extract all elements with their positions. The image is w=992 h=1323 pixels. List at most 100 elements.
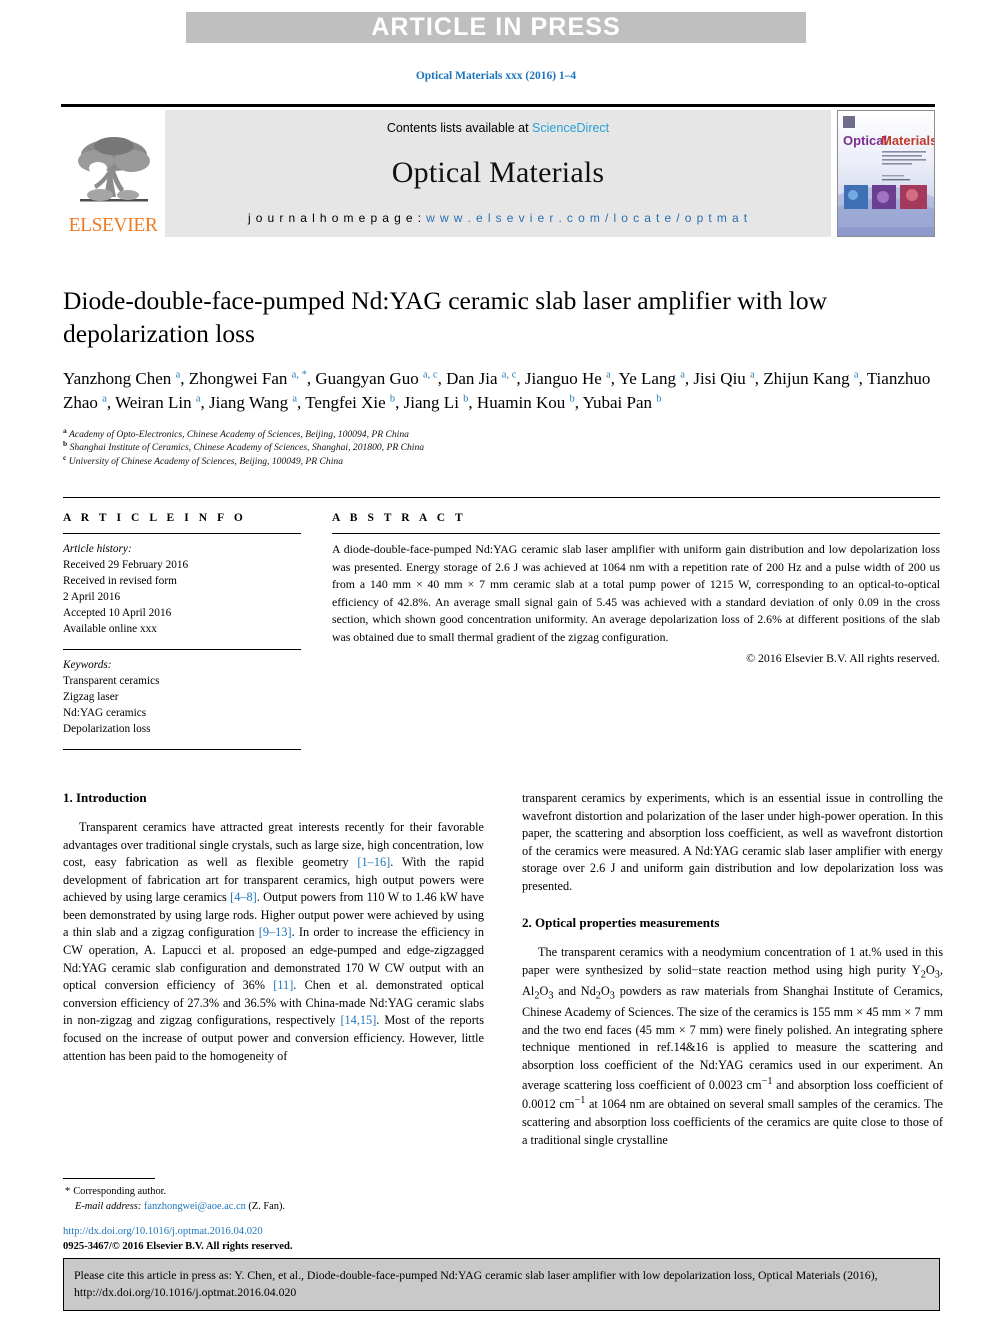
abstract-heading: A B S T R A C T (332, 512, 467, 524)
author-separator: , (437, 369, 447, 389)
author-separator: , (297, 393, 306, 413)
footnote-email-line: E-mail address: fanzhongwei@aoe.ac.cn (Z… (63, 1199, 484, 1214)
article-in-press-label: ARTICLE IN PRESS (371, 13, 621, 41)
article-history-item: Received 29 February 2016 (63, 559, 189, 572)
article-info-divider-top (63, 533, 301, 534)
title-block: Diode-double-face-pumped Nd:YAG ceramic … (63, 285, 943, 469)
affiliation-text: Academy of Opto-Electronics, Chinese Aca… (66, 428, 409, 440)
section-heading-optical-properties: 2. Optical properties measurements (522, 915, 720, 931)
author-affiliation-mark: a, c (501, 369, 517, 381)
intro-paragraph-1: Transparent ceramics have attracted grea… (63, 819, 484, 1065)
author-separator: , (610, 369, 619, 389)
author-name: Jiang Wang (209, 393, 293, 413)
author-separator: , (200, 393, 210, 413)
body-column-right: transparent ceramics by experiments, whi… (522, 790, 943, 1149)
journal-cover-thumbnail: Optical Materials (837, 110, 935, 237)
author-separator: , (574, 393, 583, 413)
issn-copyright-line: 0925-3467/© 2016 Elsevier B.V. All right… (63, 1241, 293, 1253)
affiliation-text: University of Chinese Academy of Science… (66, 456, 343, 468)
author-separator: , (395, 393, 404, 413)
article-info-heading: A R T I C L E I N F O (63, 512, 247, 524)
citation-footer-box: Please cite this article in press as: Y.… (63, 1258, 940, 1311)
optical-text-f: O (600, 984, 610, 999)
intro-paragraph-continued: transparent ceramics by experiments, whi… (522, 791, 943, 893)
article-history-item: Accepted 10 April 2016 (63, 607, 172, 620)
author-name: Tengfei Xie (305, 393, 390, 413)
keyword-item: Transparent ceramics (63, 675, 160, 688)
optical-text-g: powders as raw materials from Shanghai I… (522, 984, 943, 1092)
page-title: Diode-double-face-pumped Nd:YAG ceramic … (63, 286, 828, 348)
author-list: Yanzhong Chen a, Zhongwei Fan a, *, Guan… (63, 367, 943, 415)
author-separator: , (516, 369, 525, 389)
author-separator: , (858, 369, 867, 389)
abstract-divider (332, 533, 940, 534)
keywords-label: Keywords: (63, 659, 112, 672)
body-column-left: 1. Introduction Transparent ceramics hav… (63, 790, 484, 1149)
citation-ref-1-16[interactable]: [1–16] (357, 855, 390, 869)
keywords-block: Keywords: Transparent ceramics Zigzag las… (63, 657, 301, 737)
running-head: Optical Materials xxx (2016) 1–4 (415, 70, 577, 82)
homepage-label: j o u r n a l h o m e p a g e : (247, 211, 427, 225)
footnote-corresponding-text: Corresponding author. (73, 1186, 167, 1197)
author-entry: Jiang Wang a (209, 393, 297, 412)
article-history-block: Article history: Received 29 February 20… (63, 541, 301, 637)
citation-ref-4-8[interactable]: [4–8] (230, 890, 257, 904)
keyword-item: Zigzag laser (63, 691, 119, 704)
keyword-item: Nd:YAG ceramics (63, 707, 147, 720)
author-name: Yanzhong Chen (63, 369, 176, 389)
elsevier-logo: ELSEVIER (61, 110, 165, 237)
citation-ref-14-15[interactable]: [14,15] (340, 1013, 376, 1027)
author-entry: Dan Jia a, c (446, 369, 516, 388)
superscript-inverse-cm-b: −1 (574, 1095, 586, 1107)
keyword-item: Depolarization loss (63, 723, 151, 736)
author-entry: Huamin Kou b (477, 393, 575, 412)
citation-footer-text: Please cite this article in press as: Y.… (74, 1268, 878, 1299)
author-name: Weiran Lin (115, 393, 196, 413)
article-info-divider-mid (63, 649, 301, 651)
affiliation-entry: b Shanghai Institute of Ceramics, Chines… (63, 440, 943, 455)
author-separator: , (180, 369, 189, 389)
affiliation-text: Shanghai Institute of Ceramics, Chinese … (67, 442, 425, 454)
doi-link[interactable]: http://dx.doi.org/10.1016/j.optmat.2016.… (63, 1224, 493, 1239)
article-history-label: Article history: (63, 543, 132, 555)
author-entry: Zhijun Kang a (763, 369, 858, 388)
journal-title: Optical Materials (391, 156, 605, 189)
author-name: Zhijun Kang (763, 369, 854, 389)
author-entry: Yanzhong Chen a (63, 369, 180, 388)
author-affiliation-mark: a, * (291, 369, 307, 381)
footnote-corresponding-line: * Corresponding author. (63, 1184, 484, 1199)
affiliation-list: a Academy of Opto-Electronics, Chinese A… (63, 426, 943, 470)
author-name: Guangyan Guo (315, 369, 423, 389)
masthead-center-panel: Contents lists available at ScienceDirec… (165, 110, 831, 237)
keyword-items: Transparent ceramics Zigzag laser Nd:YAG c… (63, 673, 301, 737)
superscript-inverse-cm-a: −1 (761, 1075, 773, 1087)
author-name: Huamin Kou (476, 393, 570, 413)
optical-text-i: at 1064 nm are obtained on several small… (522, 1097, 943, 1147)
author-separator: , (106, 393, 116, 413)
author-affiliation-mark: b (656, 393, 662, 405)
author-name: Jisi Qiu (693, 369, 751, 389)
footnote-star-marker: * (65, 1186, 71, 1197)
article-in-press-banner: ARTICLE IN PRESS (186, 12, 806, 43)
doi-block: http://dx.doi.org/10.1016/j.optmat.2016.… (63, 1224, 493, 1254)
citation-ref-11[interactable]: [11] (273, 978, 293, 992)
author-affiliation-mark: a, c (423, 369, 438, 381)
section-heading-introduction: 1. Introduction (63, 790, 147, 805)
article-history-item: 2 April 2016 (63, 591, 121, 604)
footnote-email-link[interactable]: fanzhongwei@aoe.ac.cn (144, 1201, 246, 1212)
author-separator: , (754, 369, 764, 389)
article-info-column: A R T I C L E I N F O Article history: R… (63, 512, 301, 757)
corresponding-author-footnote: * Corresponding author. E-mail address: f… (63, 1178, 484, 1214)
author-separator: , (468, 393, 477, 413)
abstract-column: A B S T R A C T A diode-double-face-pump… (332, 512, 940, 757)
contents-prefix: Contents lists available at (386, 121, 533, 135)
author-entry: Guangyan Guo a, c (315, 369, 437, 388)
optical-text-e: and Nd (553, 984, 596, 999)
citation-ref-9-13[interactable]: [9–13] (259, 925, 292, 939)
author-entry: Tengfei Xie b (305, 393, 395, 412)
info-abstract-region: A R T I C L E I N F O Article history: R… (63, 512, 940, 757)
author-name: Jiang Li (403, 393, 464, 413)
author-entry: Jianguo He a (525, 369, 611, 388)
homepage-url-link[interactable]: w w w . e l s e v i e r . c o m / l o c … (426, 211, 748, 225)
sciencedirect-link[interactable]: ScienceDirect (532, 121, 609, 135)
